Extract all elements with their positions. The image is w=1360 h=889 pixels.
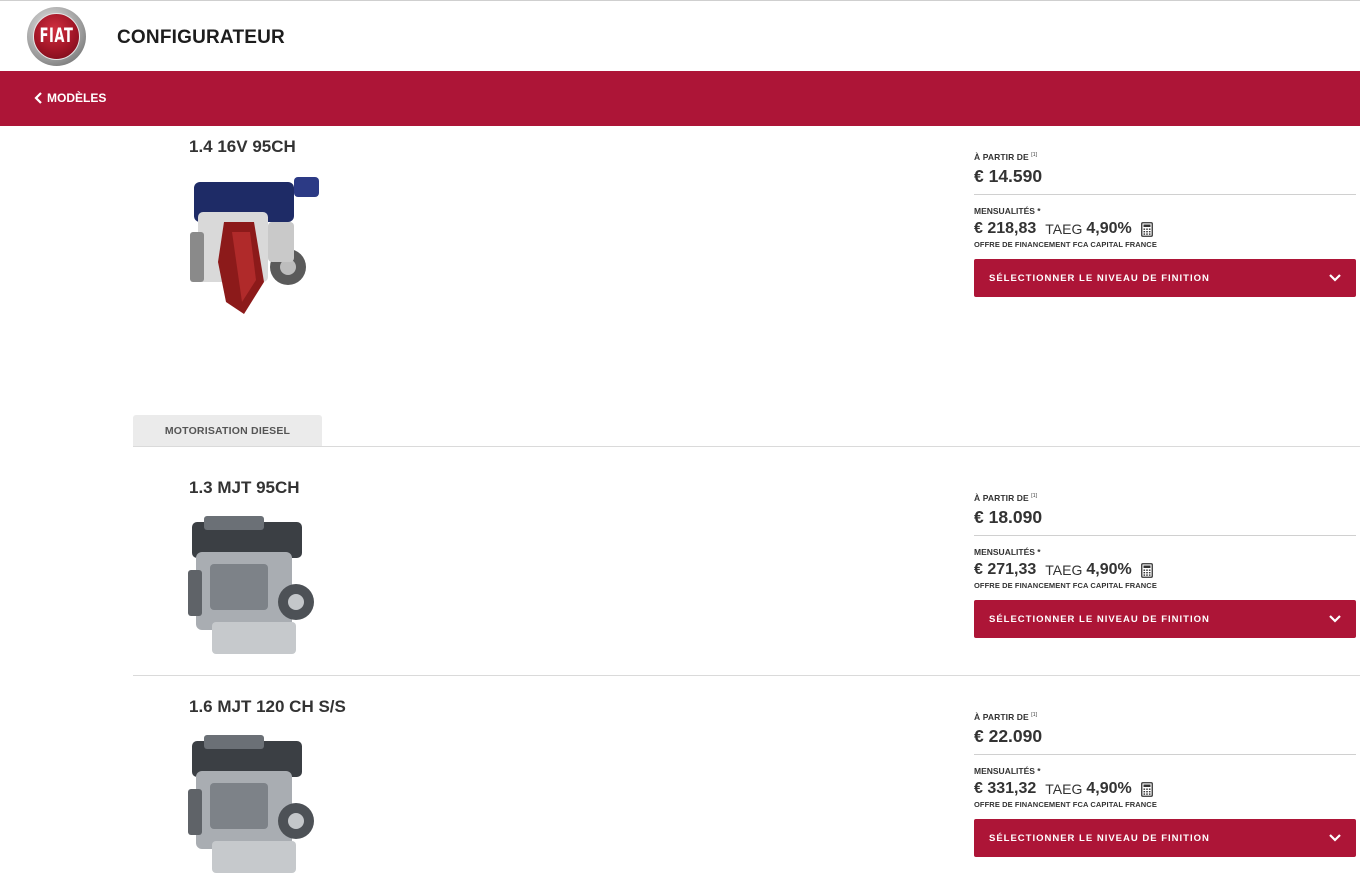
taeg-value: 4,90% <box>1086 780 1132 797</box>
chevron-left-icon <box>34 92 42 104</box>
price-panel: À PARTIR DE [1] € 22.090 MENSUALITÉS * €… <box>974 712 1356 857</box>
engine-title: 1.3 MJT 95CH <box>189 478 300 497</box>
monthly-value: € 218,83 <box>974 220 1037 237</box>
select-trim-button[interactable]: SÉLECTIONNER LE NIVEAU DE FINITION <box>974 259 1356 297</box>
finance-offer-note: OFFRE DE FINANCEMENT FCA CAPITAL FRANCE <box>974 581 1157 590</box>
engine-image <box>188 516 314 654</box>
from-price-label: À PARTIR DE [1] <box>974 493 1038 503</box>
calculator-icon[interactable] <box>1140 221 1153 237</box>
from-price-label: À PARTIR DE [1] <box>974 152 1038 162</box>
back-to-models-link[interactable]: MODÈLES <box>33 91 106 105</box>
monthly-value: € 271,33 <box>974 561 1037 578</box>
select-trim-button[interactable]: SÉLECTIONNER LE NIVEAU DE FINITION <box>974 600 1356 638</box>
taeg-label: TAEG <box>1045 562 1083 578</box>
from-price-value: € 22.090 <box>974 726 1043 746</box>
calculator-icon[interactable] <box>1140 562 1153 578</box>
monthly-row: € 331,32 TAEG 4,90% <box>974 779 1356 799</box>
select-trim-button[interactable]: SÉLECTIONNER LE NIVEAU DE FINITION <box>974 819 1356 857</box>
footnote-ref: [1] <box>1031 712 1038 719</box>
engine-image <box>190 177 319 314</box>
footnote-ref: [1] <box>1031 152 1038 159</box>
select-trim-button-label: SÉLECTIONNER LE NIVEAU DE FINITION <box>989 613 1210 625</box>
calculator-icon[interactable] <box>1140 781 1153 797</box>
footnote-ref: [1] <box>1031 493 1038 500</box>
monthly-value: € 331,32 <box>974 780 1037 797</box>
select-trim-button-label: SÉLECTIONNER LE NIVEAU DE FINITION <box>989 832 1210 844</box>
from-price-value: € 18.090 <box>974 507 1043 527</box>
engine-title: 1.6 MJT 120 CH S/S <box>189 697 346 716</box>
page-title: CONFIGURATEUR <box>117 27 285 48</box>
taeg-label: TAEG <box>1045 781 1083 797</box>
fiat-logo-badge: FIAT <box>33 13 80 60</box>
back-link-label: MODÈLES <box>47 91 107 105</box>
select-trim-button-label: SÉLECTIONNER LE NIVEAU DE FINITION <box>989 272 1210 284</box>
taeg-label: TAEG <box>1045 221 1083 237</box>
monthly-row: € 271,33 TAEG 4,90% <box>974 560 1356 580</box>
finance-offer-note: OFFRE DE FINANCEMENT FCA CAPITAL FRANCE <box>974 800 1157 809</box>
from-price-value: € 14.590 <box>974 166 1043 186</box>
price-divider <box>974 535 1356 536</box>
tab-diesel-engines[interactable]: MOTORISATION DIESEL <box>133 415 322 447</box>
nav-bar: MODÈLES <box>0 71 1360 126</box>
engine-image <box>188 735 314 873</box>
taeg-value: 4,90% <box>1086 220 1132 237</box>
monthly-label: MENSUALITÉS * <box>974 547 1041 557</box>
fiat-logo-text: FIAT <box>39 25 74 48</box>
price-panel: À PARTIR DE [1] € 14.590 MENSUALITÉS * €… <box>974 152 1356 297</box>
price-divider <box>974 754 1356 755</box>
price-panel: À PARTIR DE [1] € 18.090 MENSUALITÉS * €… <box>974 493 1356 638</box>
monthly-label: MENSUALITÉS * <box>974 206 1041 216</box>
finance-offer-note: OFFRE DE FINANCEMENT FCA CAPITAL FRANCE <box>974 240 1157 249</box>
section-divider <box>133 446 1360 447</box>
monthly-label: MENSUALITÉS * <box>974 766 1041 776</box>
price-divider <box>974 194 1356 195</box>
row-divider <box>133 675 1360 676</box>
from-price-label: À PARTIR DE [1] <box>974 712 1038 722</box>
monthly-row: € 218,83 TAEG 4,90% <box>974 219 1356 239</box>
chevron-down-icon <box>1329 274 1341 282</box>
chevron-down-icon <box>1329 615 1341 623</box>
top-header: FIAT CONFIGURATEUR <box>0 0 1360 71</box>
fiat-logo[interactable]: FIAT <box>27 7 86 66</box>
taeg-value: 4,90% <box>1086 561 1132 578</box>
engine-title: 1.4 16V 95CH <box>189 137 296 156</box>
chevron-down-icon <box>1329 834 1341 842</box>
